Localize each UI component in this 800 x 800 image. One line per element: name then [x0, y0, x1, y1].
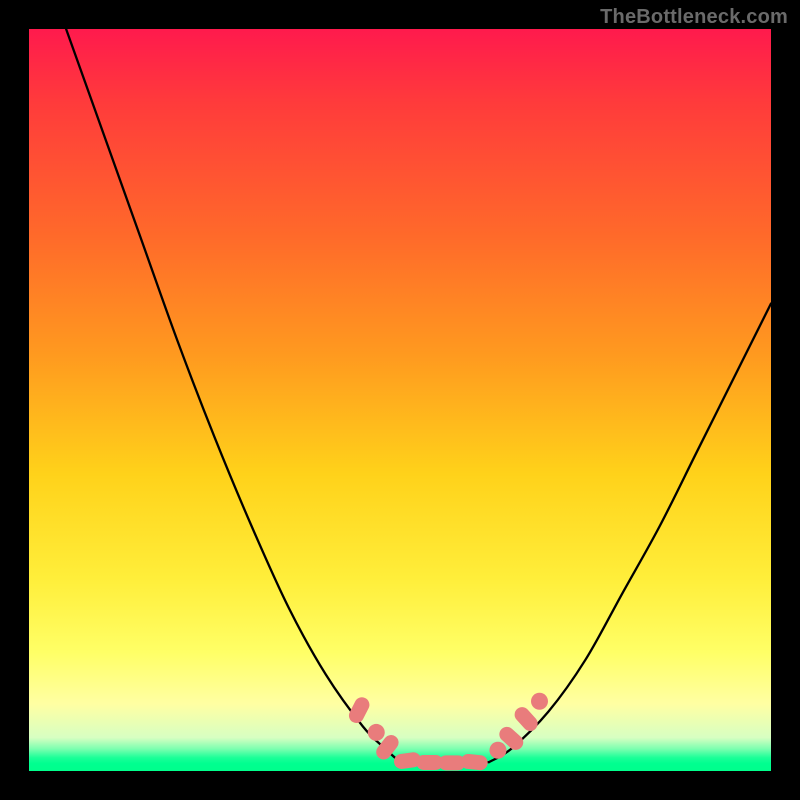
curve-right: [489, 304, 771, 763]
chart-svg: [29, 29, 771, 771]
plot-area: [29, 29, 771, 771]
curve-left: [66, 29, 400, 762]
marker-layer: [346, 693, 548, 771]
chart-frame: TheBottleneck.com: [0, 0, 800, 800]
watermark-text: TheBottleneck.com: [600, 6, 788, 29]
